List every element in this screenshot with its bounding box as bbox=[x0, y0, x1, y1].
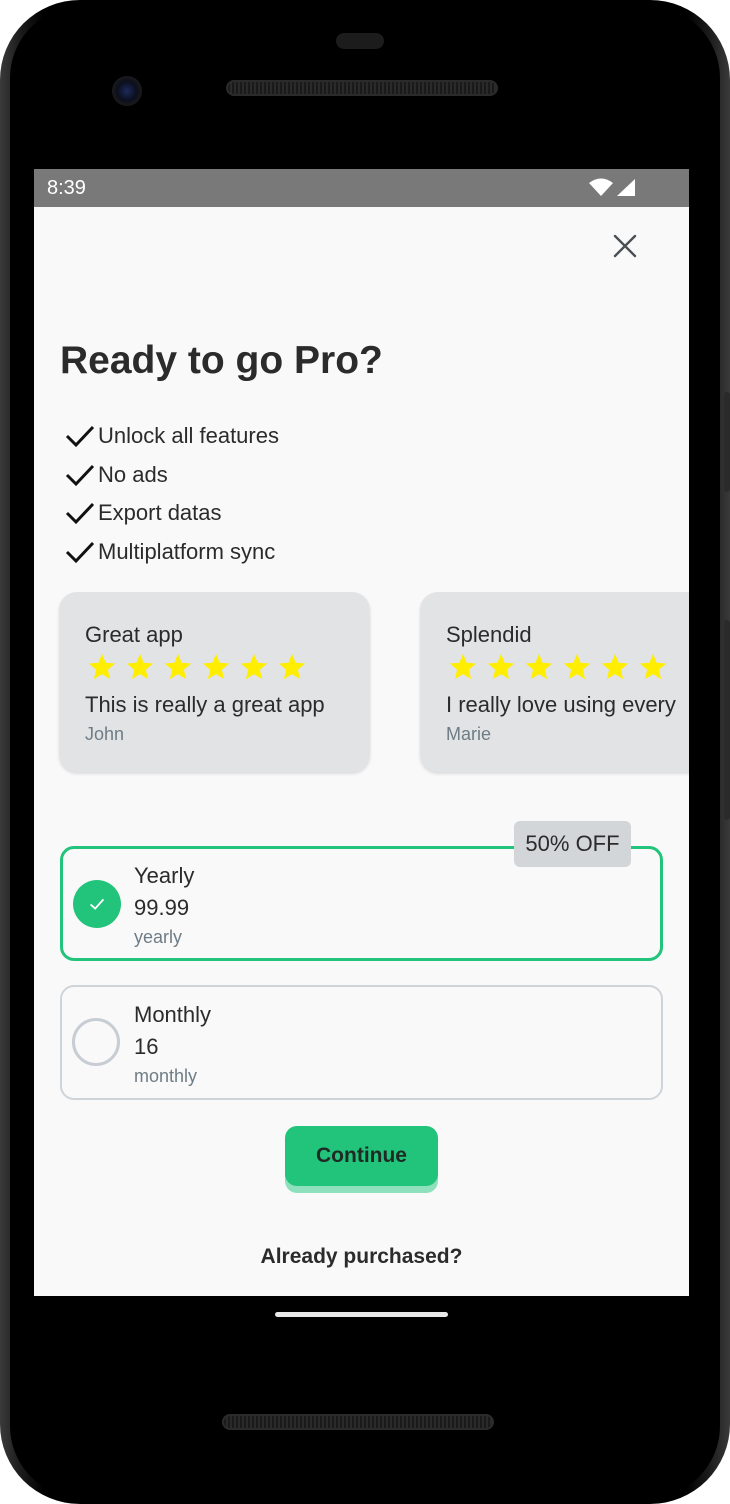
check-icon bbox=[65, 541, 95, 563]
star-icon bbox=[525, 653, 553, 680]
plan-price: 99.99 bbox=[134, 895, 190, 920]
check-icon bbox=[65, 464, 95, 486]
close-button[interactable] bbox=[610, 231, 640, 261]
star-icon bbox=[202, 653, 230, 680]
review-stars bbox=[87, 652, 307, 682]
volume-button bbox=[724, 392, 730, 492]
wifi-icon bbox=[589, 178, 613, 196]
feature-list: Unlock all features No ads Export datas … bbox=[64, 417, 279, 571]
star-icon bbox=[639, 653, 667, 680]
star-icon bbox=[88, 653, 116, 680]
star-icon bbox=[449, 653, 477, 680]
already-purchased-link[interactable]: Already purchased? bbox=[34, 1245, 689, 1269]
review-card[interactable]: Splendid I really love using every Marie bbox=[420, 592, 689, 772]
review-author: Marie bbox=[446, 724, 492, 744]
discount-badge: 50% OFF bbox=[514, 821, 631, 867]
bottom-speaker bbox=[222, 1414, 494, 1430]
star-icon bbox=[278, 653, 306, 680]
feature-label: No ads bbox=[98, 461, 168, 487]
review-title: Great app bbox=[85, 622, 183, 647]
sensor bbox=[336, 33, 384, 49]
continue-button[interactable]: Continue bbox=[285, 1126, 438, 1186]
plan-price: 16 bbox=[134, 1034, 159, 1059]
review-author: John bbox=[85, 724, 125, 744]
review-title: Splendid bbox=[446, 622, 532, 647]
front-camera bbox=[112, 76, 142, 106]
feature-item: No ads bbox=[64, 456, 279, 495]
power-button bbox=[724, 620, 730, 820]
reviews-carousel[interactable]: Great app This is really a great app Joh… bbox=[59, 592, 689, 774]
page-title: Ready to go Pro? bbox=[60, 339, 383, 382]
plan-name: Yearly bbox=[134, 863, 195, 888]
star-icon bbox=[601, 653, 629, 680]
feature-label: Unlock all features bbox=[98, 423, 279, 449]
feature-item: Multiplatform sync bbox=[64, 533, 279, 572]
check-icon bbox=[65, 426, 95, 448]
review-stars bbox=[448, 652, 668, 682]
star-icon bbox=[240, 653, 268, 680]
feature-item: Unlock all features bbox=[64, 417, 279, 456]
check-icon bbox=[89, 898, 105, 910]
star-icon bbox=[563, 653, 591, 680]
check-icon bbox=[65, 503, 95, 525]
feature-label: Multiplatform sync bbox=[98, 538, 276, 564]
review-card[interactable]: Great app This is really a great app Joh… bbox=[59, 592, 370, 772]
feature-label: Export datas bbox=[98, 500, 222, 526]
earpiece-speaker bbox=[226, 80, 498, 96]
plan-period: yearly bbox=[134, 927, 183, 947]
close-icon bbox=[613, 234, 637, 258]
radio-selected[interactable] bbox=[73, 880, 121, 928]
signal-icon bbox=[617, 179, 635, 196]
app-screen: 8:39 Ready to go Pro? Unlock all feature… bbox=[34, 169, 689, 1296]
home-indicator[interactable] bbox=[275, 1312, 448, 1317]
feature-item: Export datas bbox=[64, 494, 279, 533]
plan-period: monthly bbox=[134, 1066, 198, 1086]
star-icon bbox=[164, 653, 192, 680]
star-icon bbox=[487, 653, 515, 680]
star-icon bbox=[126, 653, 154, 680]
plan-name: Monthly bbox=[134, 1002, 212, 1027]
status-icons bbox=[589, 178, 635, 196]
radio-unselected[interactable] bbox=[72, 1018, 120, 1066]
review-body: I really love using every bbox=[446, 692, 676, 717]
status-time: 8:39 bbox=[47, 177, 86, 199]
plan-monthly-option[interactable]: Monthly 16 monthly bbox=[60, 985, 663, 1100]
review-body: This is really a great app bbox=[85, 692, 325, 717]
phone-frame: 8:39 Ready to go Pro? Unlock all feature… bbox=[0, 0, 730, 1504]
status-bar: 8:39 bbox=[34, 169, 689, 207]
